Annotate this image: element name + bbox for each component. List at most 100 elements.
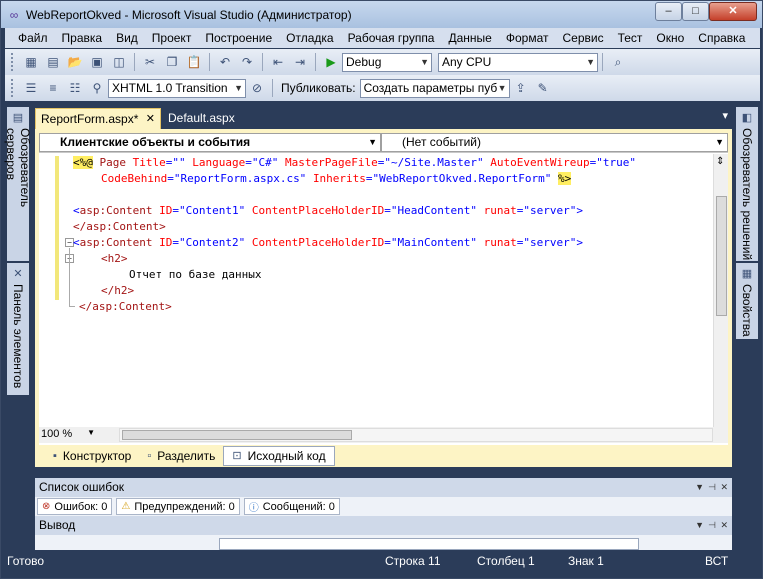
format-selection-icon[interactable]: ≡ [44, 79, 62, 97]
new-project-icon[interactable]: ▦ [22, 53, 40, 71]
auto-hide-icon[interactable]: ⊣ [708, 478, 716, 496]
menu-file[interactable]: Файл [5, 28, 55, 48]
undo-icon[interactable]: ↶ [216, 53, 234, 71]
window-position-icon[interactable]: ▼ [695, 478, 704, 496]
menu-team[interactable]: Рабочая группа [341, 28, 442, 48]
standard-toolbar: ▦ ▤ 📂 ▣ ◫ ✂ ❐ 📋 ↶ ↷ ⇤ ⇥ ▶ Debug ▼ Any CP… [5, 49, 760, 75]
output-source-select[interactable] [219, 538, 639, 550]
paste-icon[interactable]: 📋 [185, 53, 203, 71]
menu-window[interactable]: Окно [649, 28, 691, 48]
menu-tools[interactable]: Сервис [555, 28, 610, 48]
close-button[interactable]: ✕ [709, 2, 757, 21]
publish-label: Публиковать: [281, 81, 356, 95]
code-token: ="~/Site.Master" [377, 156, 491, 169]
menu-data[interactable]: Данные [441, 28, 498, 48]
close-icon[interactable]: ✕ [720, 516, 728, 534]
window-position-icon[interactable]: ▼ [695, 516, 704, 534]
menu-edit[interactable]: Правка [55, 28, 110, 48]
auto-hide-icon[interactable]: ⊣ [708, 516, 716, 534]
menu-project[interactable]: Проект [145, 28, 199, 48]
cut-icon[interactable]: ✂ [141, 53, 159, 71]
maximize-button[interactable]: □ [682, 2, 709, 21]
code-token: ContentPlaceHolderID [251, 236, 385, 249]
ide-window: ∞ WebReportOkved - Microsoft Visual Stud… [0, 0, 763, 579]
toolbar-separator [272, 79, 273, 97]
client-objects-select[interactable]: Клиентские объекты и события ▼ [39, 133, 381, 152]
find-in-files-icon[interactable]: ⌕ [609, 53, 627, 71]
check-accessibility-icon[interactable]: ⊘ [248, 79, 266, 97]
menu-debug[interactable]: Отладка [279, 28, 340, 48]
comment-icon[interactable]: ☷ [66, 79, 84, 97]
tab-menu-icon[interactable]: ▾ [722, 109, 728, 122]
toolbox-icon: ✕ [13, 268, 23, 280]
solution-explorer-label: Обозреватель решений [740, 128, 754, 261]
vertical-scrollbar[interactable]: ⇕ [713, 154, 728, 427]
publish-profile-select[interactable]: Создать параметры пуб ▼ [359, 78, 510, 98]
code-token: ="Content2" [172, 236, 252, 249]
tab-reportform-label: ReportForm.aspx* [41, 112, 139, 126]
menu-help[interactable]: Справка [691, 28, 752, 48]
design-view-tab[interactable]: ▪ Конструктор [45, 446, 139, 466]
start-debugging-icon[interactable]: ▶ [322, 53, 340, 71]
error-icon: ⊗ [42, 501, 51, 512]
code-token: ="C#" [245, 156, 285, 169]
title-bar: ∞ WebReportOkved - Microsoft Visual Stud… [1, 1, 762, 28]
code-token: ="MainContent" [384, 236, 484, 249]
vertical-scroll-thumb[interactable] [716, 196, 727, 316]
visual-studio-icon: ∞ [9, 7, 19, 22]
chevron-down-icon: ▼ [497, 82, 507, 93]
properties-tab[interactable]: ▦ Свойства [736, 263, 758, 339]
output-title: Вывод [39, 518, 76, 532]
menu-format[interactable]: Формат [499, 28, 556, 48]
doctype-value: XHTML 1.0 Transition [112, 80, 228, 95]
menu-build[interactable]: Построение [198, 28, 279, 48]
format-document-icon[interactable]: ☰ [22, 79, 40, 97]
messages-filter-button[interactable]: ⓘ Сообщений: 0 [243, 498, 340, 515]
warnings-count: Предупреждений: 0 [134, 500, 235, 513]
events-select[interactable]: (Нет событий) ▼ [381, 133, 728, 152]
errors-filter-button[interactable]: ⊗ Ошибок: 0 [37, 498, 113, 515]
publish-web-icon[interactable]: ⇪ [512, 79, 530, 97]
copy-icon[interactable]: ❐ [163, 53, 181, 71]
save-icon[interactable]: ▣ [88, 53, 106, 71]
solution-configuration-value: Debug [346, 54, 382, 69]
toolbox-tab[interactable]: ✕ Панель элементов [7, 263, 29, 395]
solution-platform-select[interactable]: Any CPU ▼ [438, 52, 598, 72]
error-filter-bar: ⊗ Ошибок: 0 ⚠ Предупреждений: 0 ⓘ Сообще… [35, 497, 732, 516]
doctype-select[interactable]: XHTML 1.0 Transition ▼ [108, 78, 246, 98]
toolbar-grip[interactable] [11, 53, 15, 71]
edit-publish-icon[interactable]: ✎ [534, 79, 552, 97]
client-objects-value: Клиентские объекты и события [60, 135, 251, 149]
uncomment-icon[interactable]: ⚲ [88, 79, 106, 97]
solution-configuration-select[interactable]: Debug ▼ [342, 52, 432, 72]
code-token: asp:Content [79, 236, 153, 249]
split-handle-icon[interactable]: ⇕ [716, 156, 724, 167]
close-tab-icon[interactable]: ✕ [146, 109, 155, 129]
navigate-backward-icon[interactable]: ⇤ [269, 53, 287, 71]
toolbar-grip[interactable] [11, 79, 15, 97]
menu-test[interactable]: Тест [611, 28, 650, 48]
tab-reportform[interactable]: ReportForm.aspx* ✕ [35, 108, 161, 129]
save-all-icon[interactable]: ◫ [110, 53, 128, 71]
split-view-tab[interactable]: ▫ Разделить [139, 446, 223, 466]
status-line: Строка 11 [385, 554, 441, 568]
solution-explorer-tab[interactable]: ◧ Обозреватель решений [736, 107, 758, 261]
code-token: <%@ [73, 156, 93, 169]
warning-icon: ⚠ [121, 501, 131, 512]
add-item-icon[interactable]: ▤ [44, 53, 62, 71]
horizontal-scrollbar[interactable] [119, 428, 713, 442]
menu-view[interactable]: Вид [109, 28, 145, 48]
navigate-forward-icon[interactable]: ⇥ [291, 53, 309, 71]
tab-default[interactable]: Default.aspx [163, 108, 239, 129]
server-explorer-tab[interactable]: ▤ Обозреватель серверов [4, 107, 32, 261]
warnings-filter-button[interactable]: ⚠ Предупреждений: 0 [116, 498, 240, 515]
horizontal-scroll-thumb[interactable] [122, 430, 352, 440]
open-file-icon[interactable]: 📂 [66, 53, 84, 71]
code-text-area[interactable]: <%@ Page Title="" Language="C#" MasterPa… [39, 154, 713, 427]
minimize-button[interactable]: – [655, 2, 682, 21]
chevron-down-icon: ▼ [87, 428, 95, 437]
close-icon[interactable]: ✕ [720, 478, 728, 496]
source-view-tab[interactable]: ⊡ Исходный код [223, 446, 335, 466]
zoom-select[interactable]: 100 % ▼ [39, 428, 97, 442]
redo-icon[interactable]: ↷ [238, 53, 256, 71]
